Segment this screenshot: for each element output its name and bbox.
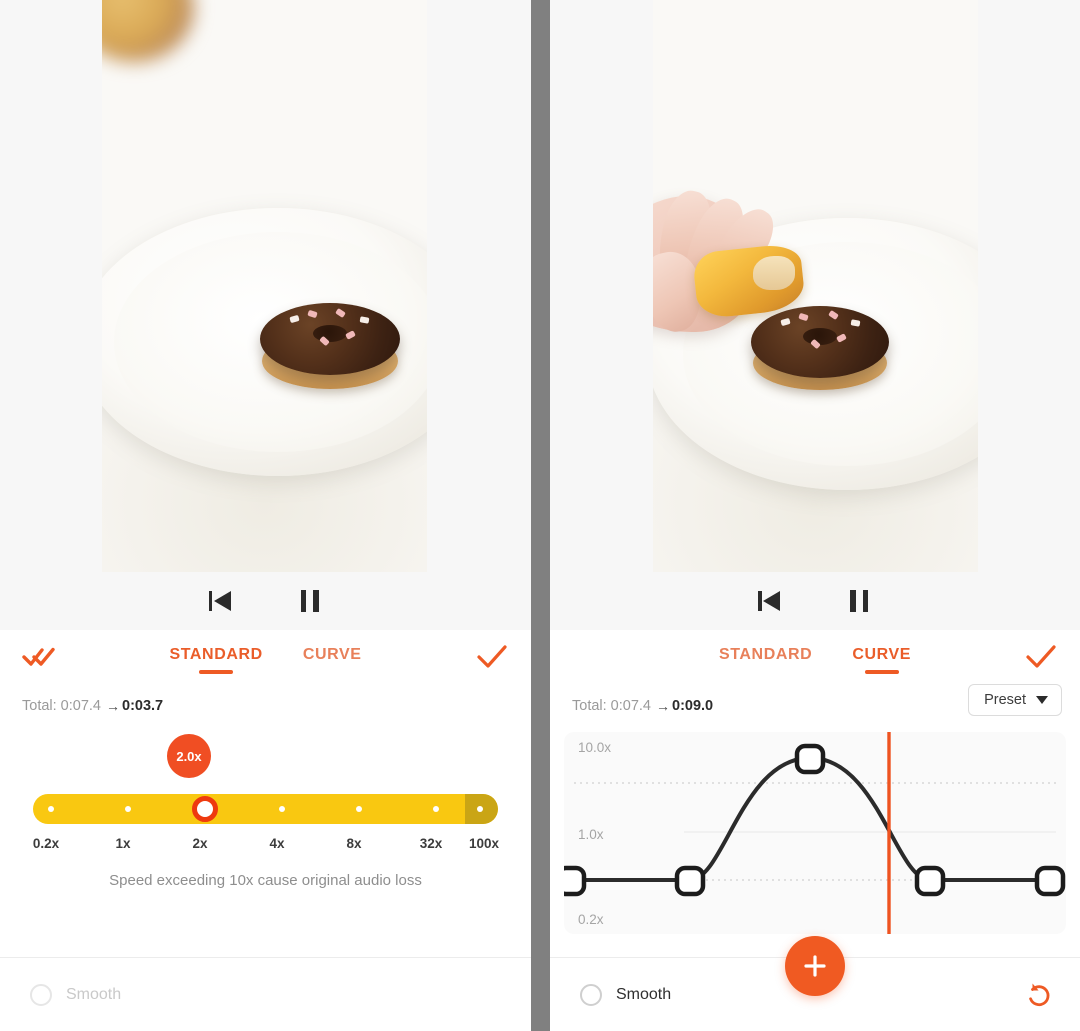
slider-tick-dot — [356, 806, 362, 812]
smooth-radio-icon — [580, 983, 602, 1006]
confirm-button[interactable] — [1020, 642, 1062, 672]
smooth-toggle[interactable]: Smooth — [30, 983, 122, 1006]
pause-icon — [300, 590, 320, 612]
add-control-point-button[interactable] — [785, 936, 845, 996]
right-total-row: Total: 0:07.4 → 0:09.0 Preset — [550, 684, 1080, 726]
speed-slider[interactable] — [33, 794, 498, 824]
sprinkle — [359, 316, 370, 324]
speed-curve-chart[interactable]: 10.0x 1.0x 0.2x — [564, 732, 1066, 934]
right-bottom-bar: Smooth — [550, 936, 1080, 1031]
smooth-label: Smooth — [66, 985, 122, 1003]
left-total-row: Total: 0:07.4 → 0:03.7 — [0, 686, 531, 726]
confirm-button[interactable] — [471, 642, 513, 672]
speed-slider-thumb[interactable] — [192, 796, 218, 822]
slider-tick-dot — [279, 806, 285, 812]
chevron-down-icon — [1036, 696, 1048, 704]
pastry-bite-mark — [752, 256, 795, 290]
tick-label: 4x — [269, 836, 285, 851]
pause-button[interactable] — [843, 586, 875, 616]
arrow-icon: → — [106, 698, 120, 714]
right-panel-curve-speed: STANDARD CURVE Total: 0:07.4 → 0:09.0 Pr… — [550, 0, 1080, 1031]
speed-value-bubble: 2.0x — [167, 734, 211, 778]
right-video-preview — [550, 0, 1080, 630]
tab-standard-label: STANDARD — [169, 646, 263, 663]
right-editor-sheet: STANDARD CURVE Total: 0:07.4 → 0:09.0 Pr… — [550, 630, 1080, 1031]
speed-curve-path — [568, 756, 1052, 882]
tab-standard[interactable]: STANDARD — [713, 644, 818, 676]
curve-control-point — [914, 865, 946, 897]
pause-button[interactable] — [294, 586, 326, 616]
tick-label: 1x — [115, 836, 131, 851]
speed-tick-labels: 0.2x 1x 2x 4x 8x 32x 100x — [22, 836, 509, 858]
tab-curve[interactable]: CURVE — [297, 644, 368, 676]
left-panel-standard-speed: STANDARD CURVE Total: 0:07.4 → 0:03.7 2.… — [0, 0, 531, 1031]
slider-tick-dot — [477, 806, 483, 812]
total-duration-label: Total: 0:07.4 — [22, 698, 101, 714]
curve-control-point — [1034, 865, 1066, 897]
total-duration-label: Total: 0:07.4 — [572, 698, 651, 714]
tab-active-underline — [864, 670, 899, 674]
curve-control-point — [564, 865, 587, 897]
output-duration-value: 0:09.0 — [672, 698, 714, 714]
right-tabs: STANDARD CURVE — [550, 644, 1080, 676]
tab-standard-label: STANDARD — [718, 646, 813, 663]
output-duration-value: 0:03.7 — [122, 698, 164, 714]
skip-to-start-button[interactable] — [755, 586, 787, 616]
left-video-preview — [0, 0, 531, 630]
smooth-label: Smooth — [616, 985, 672, 1003]
smooth-radio-icon — [30, 983, 52, 1006]
curve-control-point — [794, 743, 826, 775]
tick-label: 32x — [419, 836, 443, 851]
skip-to-start-button[interactable] — [206, 586, 238, 616]
panel-divider — [531, 0, 550, 1031]
slider-tick-dot — [125, 806, 131, 812]
preset-dropdown[interactable]: Preset — [968, 684, 1062, 716]
left-tab-row: STANDARD CURVE — [0, 630, 531, 686]
audio-loss-hint: Speed exceeding 10x cause original audio… — [109, 872, 422, 889]
skip-to-start-icon — [758, 590, 784, 612]
left-tabs: STANDARD CURVE — [0, 644, 531, 676]
speed-editor-screen: STANDARD CURVE Total: 0:07.4 → 0:03.7 2.… — [0, 0, 1080, 1031]
donut-hole — [802, 328, 837, 345]
tick-label: 2x — [192, 836, 208, 851]
smooth-toggle[interactable]: Smooth — [580, 983, 672, 1006]
tick-label: 8x — [346, 836, 362, 851]
reset-icon — [1029, 983, 1050, 1006]
reset-button[interactable] — [1024, 980, 1054, 1010]
preset-label: Preset — [984, 692, 1026, 708]
arrow-icon: → — [656, 698, 670, 714]
check-icon — [1026, 645, 1056, 668]
tab-curve[interactable]: CURVE — [846, 644, 917, 676]
skip-to-start-icon — [208, 590, 235, 612]
donut-hole — [313, 325, 347, 342]
right-video-frame[interactable] — [652, 0, 978, 572]
right-tab-row: STANDARD CURVE — [550, 630, 1080, 686]
tab-standard[interactable]: STANDARD — [163, 644, 268, 676]
slider-tick-dot — [48, 806, 54, 812]
left-bottom-bar: Smooth — [0, 957, 531, 1031]
curve-canvas[interactable] — [564, 732, 1066, 934]
check-icon — [477, 645, 507, 668]
curve-control-point — [674, 865, 706, 897]
plus-icon — [804, 955, 826, 977]
left-video-frame[interactable] — [102, 0, 427, 572]
slider-tick-dot — [433, 806, 439, 812]
right-transport-bar — [550, 572, 1080, 630]
tick-label: 0.2x — [32, 836, 60, 851]
speed-bubble-wrap: 2.0x — [0, 726, 531, 794]
tab-active-underline — [199, 670, 234, 674]
left-editor-sheet: STANDARD CURVE Total: 0:07.4 → 0:03.7 2.… — [0, 630, 531, 1031]
left-transport-bar — [0, 572, 531, 630]
tab-curve-label: CURVE — [302, 646, 362, 663]
pause-icon — [849, 590, 869, 612]
tick-label: 100x — [468, 836, 500, 851]
tab-curve-label: CURVE — [852, 646, 912, 663]
